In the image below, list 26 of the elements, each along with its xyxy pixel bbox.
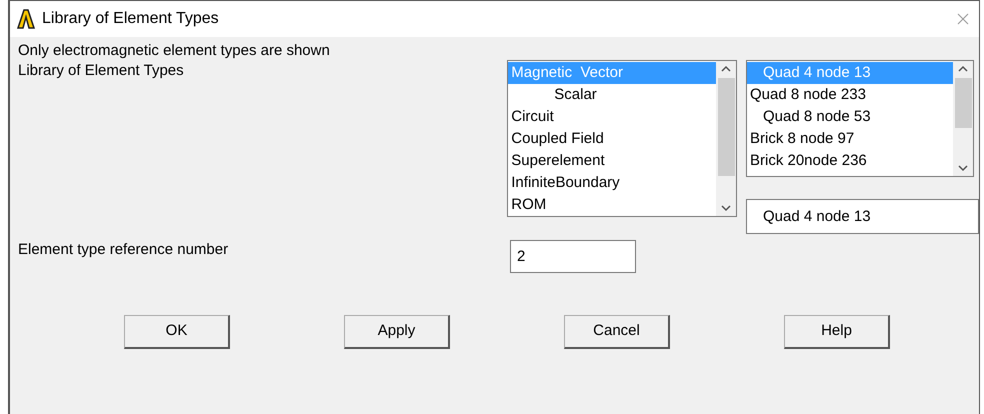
scrollbar[interactable] [716,61,736,216]
list-item[interactable]: Brick 20node 236 [747,150,953,172]
list-item[interactable]: Brick 8 node 97 [747,128,953,150]
element-type-list[interactable]: Quad 4 node 13 Quad 8 node 233 Quad 8 node 53 Brick 8 node 97 Brick 20node 236 [746,60,974,177]
info-text: Only electromagnetic element types are shown [18,41,330,61]
list-item[interactable]: Scalar [508,84,716,106]
list-item[interactable]: Circuit [508,106,716,128]
list-item[interactable]: ROM [508,194,716,216]
dialog-button[interactable]: Apply [344,315,450,349]
list-item[interactable]: Quad 8 node 53 [747,106,953,128]
dialog-button[interactable]: Help [784,315,890,349]
dialog-button[interactable]: Cancel [564,315,670,349]
list-item[interactable]: InfiniteBoundary [508,172,716,194]
element-type-field[interactable]: Quad 4 node 13 [746,199,979,234]
category-list[interactable]: Magnetic Vector Scalar Circuit Coupled Field Superelement InfiniteBoundary ROM [507,60,737,217]
window-title: Library of Element Types [42,9,219,29]
list-item[interactable]: Superelement [508,150,716,172]
reference-number-label: Element type reference number [18,240,230,260]
app-logo-icon [16,9,36,29]
list-item[interactable]: Coupled Field [508,128,716,150]
dialog-button[interactable]: OK [124,315,230,349]
list-item[interactable]: Quad 8 node 233 [747,84,953,106]
reference-number-field[interactable]: 2 [510,240,636,273]
library-label: Library of Element Types [18,61,185,81]
scrollbar[interactable] [953,61,973,176]
close-icon[interactable] [957,13,969,25]
